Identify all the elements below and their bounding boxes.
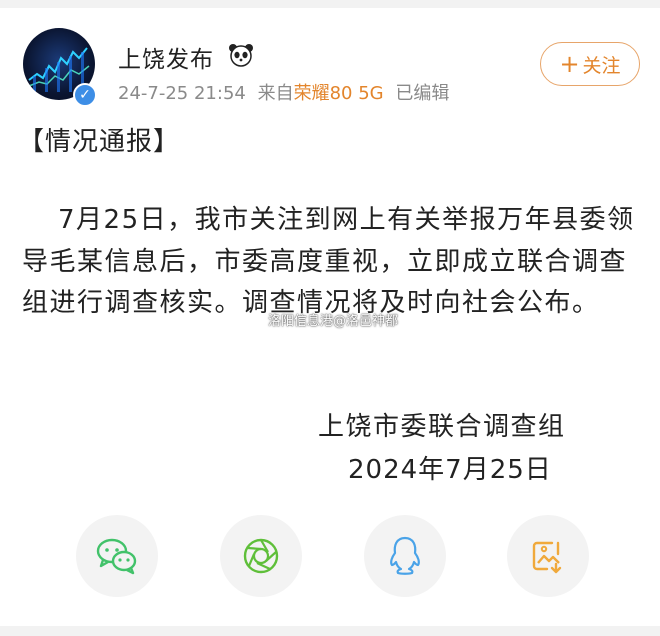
panda-emoji-icon <box>229 44 253 67</box>
signature-date: 2024年7月25日 <box>348 455 552 485</box>
top-strip <box>0 0 660 8</box>
moments-icon <box>243 538 279 574</box>
post-title: 【情况通报】 <box>18 127 181 157</box>
verified-badge-icon: ✓ <box>73 83 97 107</box>
edited-label[interactable]: 已编辑 <box>395 83 449 104</box>
plus-icon: + <box>559 50 580 78</box>
share-moments-button[interactable] <box>220 515 302 597</box>
signature-org: 上饶市委联合调查组 <box>318 412 566 442</box>
device-link[interactable]: 荣耀80 5G <box>294 83 384 104</box>
wechat-icon <box>96 538 137 575</box>
follow-button[interactable]: + 关注 <box>540 42 640 86</box>
share-qq-button[interactable] <box>364 515 446 597</box>
save-image-icon <box>532 541 562 574</box>
follow-label: 关注 <box>582 54 621 77</box>
watermark: 洛阳信息港@洛邑神都 <box>268 314 399 329</box>
qq-icon <box>390 536 420 575</box>
author-name[interactable]: 上饶发布 <box>118 40 214 74</box>
source-prefix: 来自 <box>257 83 294 104</box>
post-meta: 24-7-25 21:54 来自荣耀80 5G 已编辑 <box>118 79 449 105</box>
share-wechat-button[interactable] <box>76 515 158 597</box>
share-save-image-button[interactable] <box>507 515 589 597</box>
post-body-text: 7月25日，我市关注到网上有关举报万年县委领导毛某信息后，市委高度重视，立即成立… <box>22 205 635 318</box>
bottom-strip <box>0 626 660 636</box>
post-timestamp: 24-7-25 21:54 <box>118 83 246 104</box>
post-body: 7月25日，我市关注到网上有关举报万年县委领导毛某信息后，市委高度重视，立即成立… <box>22 200 642 325</box>
